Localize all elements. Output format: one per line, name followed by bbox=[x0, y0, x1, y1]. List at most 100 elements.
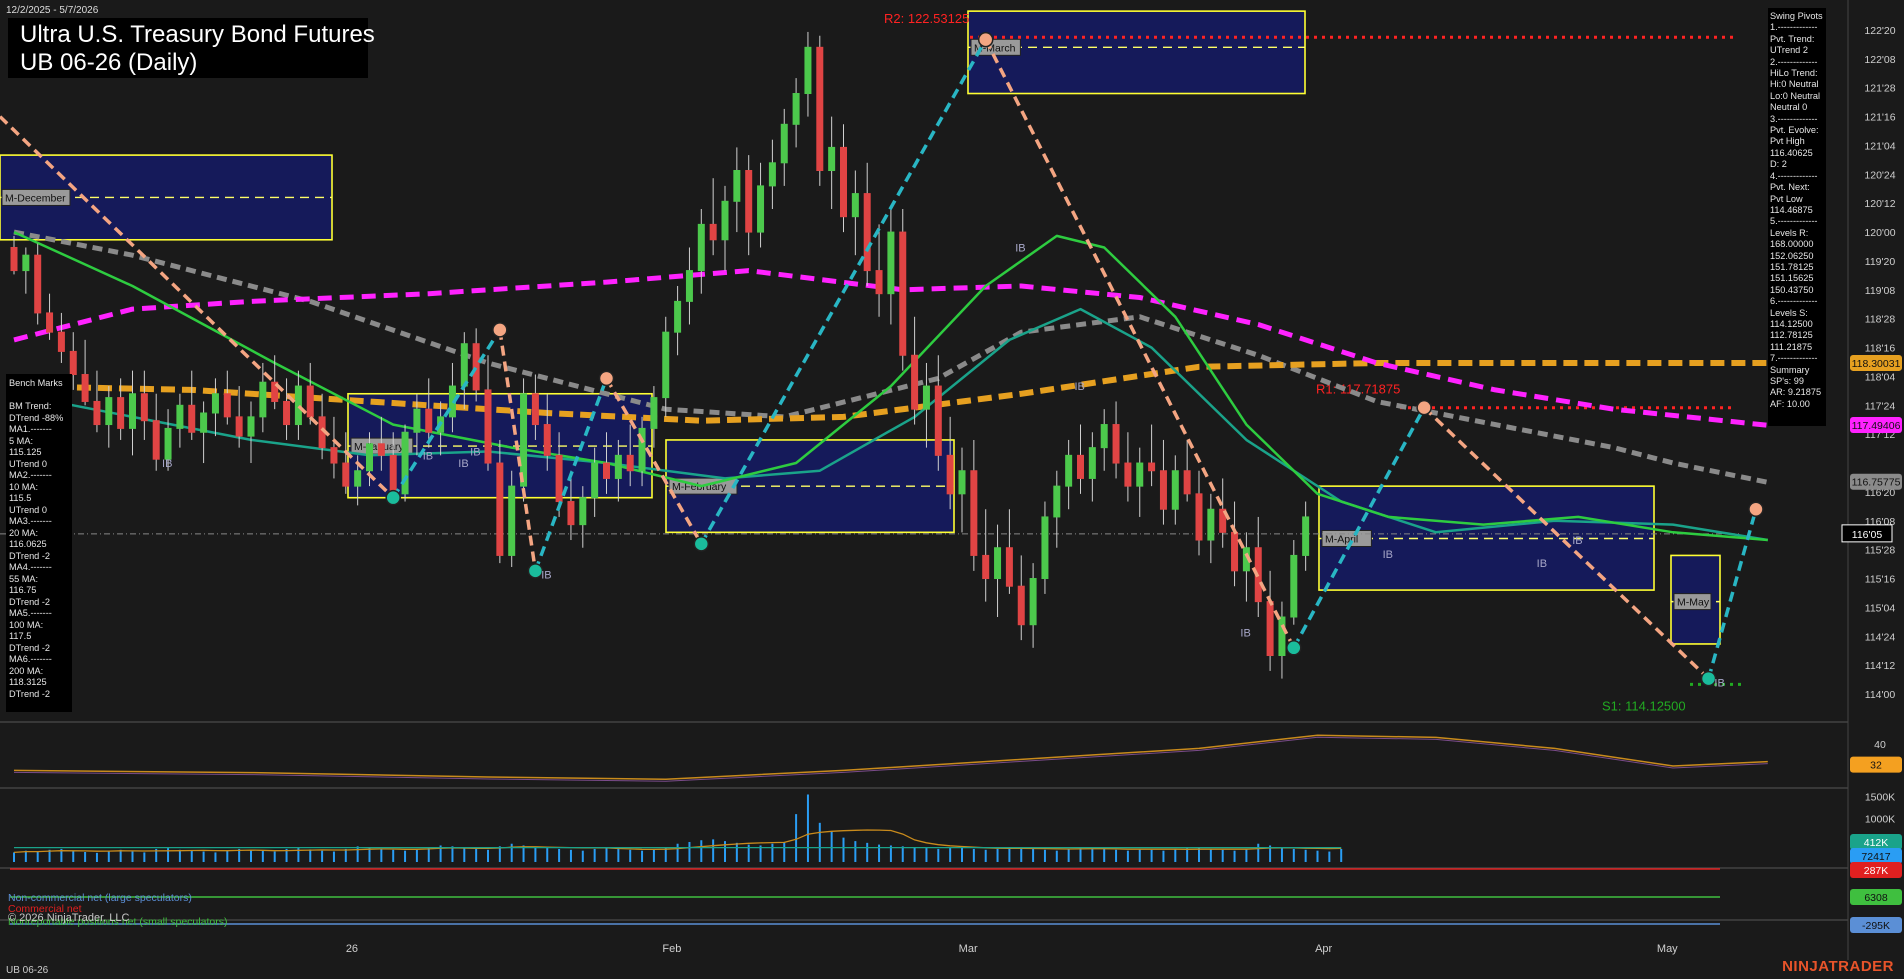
price-tag: 117.49406 bbox=[1852, 420, 1901, 432]
ib-label: IB bbox=[1383, 549, 1393, 561]
y-tick-label: 118'28 bbox=[1865, 314, 1896, 326]
bench-mark-line: 116.75 bbox=[9, 585, 37, 595]
bench-mark-line: MA5.------- bbox=[9, 608, 52, 618]
candle-body bbox=[10, 246, 18, 272]
candle-body bbox=[1041, 516, 1049, 580]
candle-body bbox=[591, 462, 599, 499]
bench-mark-line: 200 MA: bbox=[9, 665, 44, 676]
y-tick-label: 118'04 bbox=[1865, 371, 1896, 383]
x-tick-label: Mar bbox=[959, 943, 978, 955]
swing-pivot-line: Swing Pivots bbox=[1770, 11, 1823, 21]
y-tick-label: 120'12 bbox=[1864, 198, 1895, 210]
copyright: © 2026 NinjaTrader, LLC bbox=[8, 912, 130, 924]
price-tag: 118.30031 bbox=[1852, 358, 1901, 370]
candle-body bbox=[1278, 616, 1286, 657]
swing-pivot-line: 114.46875 bbox=[1770, 204, 1813, 215]
swing-pivot-line: 5.------------- bbox=[1770, 216, 1818, 227]
candle-body bbox=[662, 331, 670, 399]
zone-label: M-December bbox=[5, 192, 66, 204]
swing-pivot-line: 151.78125 bbox=[1770, 261, 1814, 272]
candle-body bbox=[828, 146, 836, 171]
candle-body bbox=[1124, 462, 1132, 487]
swing-low-marker bbox=[385, 489, 401, 506]
bench-mark-line: Bench Marks bbox=[9, 378, 63, 388]
swing-low-marker bbox=[693, 536, 710, 552]
last-price-tag: 116'05 bbox=[1852, 529, 1883, 541]
swing-pivot-line: 2.------------- bbox=[1770, 56, 1818, 67]
swing-pivot-line: 7.------------- bbox=[1770, 353, 1818, 364]
candle-body bbox=[1088, 447, 1096, 479]
candle-body bbox=[81, 374, 89, 402]
y-tick-label: 121'16 bbox=[1864, 112, 1895, 124]
bench-mark-line: MA4.------- bbox=[9, 562, 52, 572]
candle-body bbox=[200, 412, 208, 433]
candle-body bbox=[377, 443, 385, 456]
y-tick-label: 114'12 bbox=[1865, 660, 1896, 672]
swing-pivot-line: 112.78125 bbox=[1770, 330, 1813, 341]
candle-body bbox=[342, 462, 350, 487]
candle-body bbox=[283, 400, 291, 426]
bench-mark-line: BM Trend: bbox=[9, 401, 52, 411]
bench-mark-line: MA2.------- bbox=[9, 470, 52, 480]
y-tick-label: 122'20 bbox=[1864, 25, 1895, 37]
title-box: Ultra U.S. Treasury Bond Futures UB 06-2… bbox=[8, 18, 375, 78]
bench-mark-line: UTrend 0 bbox=[9, 504, 47, 515]
level-label: R2: 122.53125 bbox=[884, 11, 969, 26]
candle-body bbox=[1159, 470, 1167, 510]
swing-pivot-line: AF: 10.00 bbox=[1770, 398, 1810, 409]
bench-mark-line bbox=[9, 390, 69, 402]
zone-label: M-April bbox=[1325, 533, 1358, 545]
candle-body bbox=[721, 200, 729, 241]
bench-mark-line: 10 MA: bbox=[9, 481, 39, 492]
candle-body bbox=[425, 408, 433, 433]
volume-average-line bbox=[13, 829, 1342, 854]
indicator-value-tag: 32 bbox=[1870, 760, 1882, 772]
y-tick-label: 115'16 bbox=[1865, 574, 1896, 586]
date-range: 12/2/2025 - 5/7/2026 bbox=[6, 5, 99, 16]
chart-canvas[interactable]: 122'20 122'08 121'28 121'16 121'04 120'24 120'… bbox=[0, 0, 1904, 979]
candle-body bbox=[840, 146, 847, 218]
candle-body bbox=[994, 547, 1002, 580]
candle-body bbox=[1053, 485, 1061, 518]
bench-mark-line: 5 MA: bbox=[9, 435, 33, 446]
candle-body bbox=[887, 231, 895, 295]
bench-mark-line: 117.5 bbox=[9, 631, 32, 641]
swing-high-marker bbox=[598, 370, 615, 387]
candle-body bbox=[235, 416, 243, 437]
y-tick-label: 119'08 bbox=[1865, 285, 1896, 297]
price-tag: 116.75775 bbox=[1852, 477, 1901, 489]
ib-label: IB bbox=[1714, 677, 1724, 689]
candle-body bbox=[709, 223, 717, 241]
candle-body bbox=[389, 454, 397, 495]
candle-body bbox=[1077, 454, 1084, 479]
candle-body bbox=[579, 497, 587, 526]
candle-body bbox=[57, 331, 65, 352]
y-tick-label: 121'04 bbox=[1864, 140, 1895, 152]
candle-body bbox=[934, 385, 942, 456]
ib-label: IB bbox=[1015, 242, 1025, 254]
bench-mark-line: DTrend -2 bbox=[9, 596, 51, 607]
x-tick-label: Apr bbox=[1315, 943, 1332, 955]
swing-pivot-line: 114.12500 bbox=[1770, 318, 1813, 329]
candle-body bbox=[922, 385, 930, 410]
swing-low-marker bbox=[1286, 640, 1302, 656]
candle-body bbox=[46, 312, 54, 333]
swing-pivot-line: Pvt High bbox=[1770, 136, 1805, 147]
candle-body bbox=[484, 389, 492, 464]
swing-pivot-line: 1.------------- bbox=[1770, 22, 1818, 33]
candle-body bbox=[899, 231, 907, 356]
y-tick-label: 114'00 bbox=[1865, 689, 1896, 701]
candle-body bbox=[780, 123, 788, 164]
footer-symbol: UB 06-26 bbox=[6, 965, 49, 976]
y-tick-label: 120'00 bbox=[1864, 227, 1895, 239]
bench-mark-line: 100 MA: bbox=[9, 619, 44, 630]
volume-axis-label: 1500K bbox=[1865, 792, 1895, 804]
candle-body bbox=[117, 397, 125, 429]
cot-value-tag: -295K bbox=[1862, 920, 1890, 932]
candle-body bbox=[982, 554, 990, 580]
y-tick-label: 120'24 bbox=[1864, 169, 1895, 181]
candle-body bbox=[1207, 508, 1215, 541]
candle-body bbox=[496, 462, 504, 556]
candle-body bbox=[543, 424, 551, 456]
chart-subtitle: UB 06-26 (Daily) bbox=[20, 49, 198, 76]
